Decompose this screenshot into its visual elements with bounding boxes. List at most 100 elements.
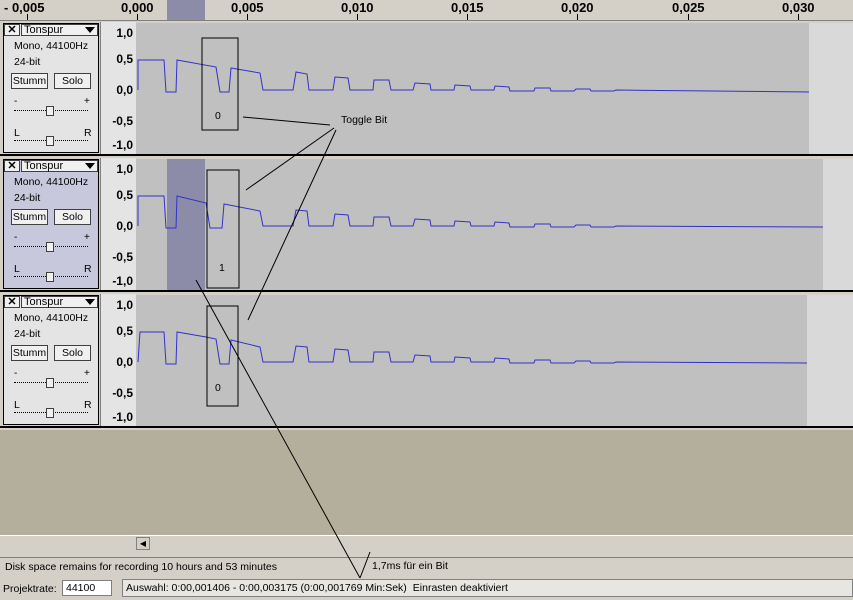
audio-track-1[interactable]: ✕ Tonspur Mono, 44100Hz 24-bit Stumm Sol… (0, 22, 853, 156)
track-format: Mono, 44100Hz (14, 40, 89, 52)
track-separator (0, 154, 853, 156)
scale-label: 0,5 (116, 52, 133, 66)
track-format: Mono, 44100Hz (14, 312, 89, 324)
bit-duration-annotation: 1,7ms für ein Bit (372, 560, 448, 572)
selection-bar: Projektrate: 44100 Auswahl: 0:00,001406 … (0, 578, 853, 600)
track-name-menu[interactable]: Tonspur (21, 160, 98, 172)
ruler-selection-highlight (167, 0, 205, 20)
track-format: Mono, 44100Hz (14, 176, 89, 188)
track-name-menu[interactable]: Tonspur (21, 296, 98, 308)
waveform-area[interactable] (136, 159, 853, 290)
ruler-label: 0,015 (451, 0, 484, 15)
empty-track-area[interactable] (0, 430, 853, 535)
selection-region (167, 159, 205, 290)
timeline-ruler[interactable]: - 0,005 0,000 0,005 0,010 0,015 0,020 0,… (0, 0, 853, 21)
close-icon[interactable]: ✕ (4, 296, 20, 308)
toggle-bit-annotation: Toggle Bit (341, 114, 388, 126)
horizontal-scrollbar[interactable]: ◀ (0, 535, 853, 551)
pan-right-label: R (84, 127, 92, 139)
audio-track-2[interactable]: ✕ Tonspur Mono, 44100Hz 24-bit Stumm Sol… (0, 158, 853, 292)
scale-label: 0,5 (116, 324, 133, 338)
track-control-panel[interactable]: ✕ Tonspur Mono, 44100Hz 24-bit Stumm Sol… (3, 295, 99, 425)
snap-status: Einrasten deaktiviert (412, 582, 508, 594)
ruler-tick (247, 14, 248, 20)
waveform-area[interactable] (136, 295, 853, 426)
track-separator (0, 290, 853, 292)
chevron-down-icon (85, 299, 95, 305)
gain-minus-label: - (14, 96, 18, 107)
solo-button[interactable]: Solo (54, 345, 91, 361)
chevron-down-icon (85, 27, 95, 33)
track-control-panel[interactable]: ✕ Tonspur Mono, 44100Hz 24-bit Stumm Sol… (3, 159, 99, 289)
ruler-label: 0,025 (672, 0, 705, 15)
scroll-left-icon[interactable]: ◀ (136, 537, 150, 550)
ruler-tick (27, 14, 28, 20)
ruler-tick (137, 14, 138, 20)
gain-plus-label: + (84, 232, 90, 243)
gain-slider-handle[interactable] (46, 378, 54, 388)
scale-label: 0,5 (116, 188, 133, 202)
ruler-tick (688, 14, 689, 20)
pan-left-label: L (14, 263, 20, 275)
scale-label: -1,0 (112, 274, 133, 288)
scale-label: 1,0 (116, 162, 133, 176)
scale-label: -0,5 (112, 386, 133, 400)
scale-label: 0,0 (116, 219, 133, 233)
gain-minus-label: - (14, 232, 18, 243)
gain-slider-handle[interactable] (46, 106, 54, 116)
ruler-label: 0,010 (341, 0, 374, 15)
track-bitdepth: 24-bit (14, 192, 41, 204)
selection-range: Auswahl: 0:00,001406 - 0:00,003175 (0:00… (126, 582, 407, 594)
ruler-tick (577, 14, 578, 20)
pan-slider-handle[interactable] (46, 136, 54, 146)
pan-right-label: R (84, 263, 92, 275)
scale-label: -1,0 (112, 410, 133, 424)
amplitude-scale: 1,0 0,5 0,0 -0,5 -1,0 (100, 158, 136, 292)
waveform-area[interactable] (136, 23, 853, 154)
track-bitdepth: 24-bit (14, 56, 41, 68)
close-icon[interactable]: ✕ (4, 24, 20, 36)
scale-label: -1,0 (112, 138, 133, 152)
scale-label: 0,0 (116, 355, 133, 369)
gain-plus-label: + (84, 368, 90, 379)
pan-slider-handle[interactable] (46, 408, 54, 418)
audio-track-3[interactable]: ✕ Tonspur Mono, 44100Hz 24-bit Stumm Sol… (0, 294, 853, 428)
chevron-down-icon (85, 163, 95, 169)
gain-plus-label: + (84, 96, 90, 107)
pan-slider-handle[interactable] (46, 272, 54, 282)
track-control-panel[interactable]: ✕ Tonspur Mono, 44100Hz 24-bit Stumm Sol… (3, 23, 99, 153)
gain-slider-handle[interactable] (46, 242, 54, 252)
pan-left-label: L (14, 399, 20, 411)
scale-label: -0,5 (112, 250, 133, 264)
scale-label: -0,5 (112, 114, 133, 128)
track-separator (0, 426, 853, 428)
track-name-menu[interactable]: Tonspur (21, 24, 98, 36)
ruler-label: 0,030 (782, 0, 815, 15)
ruler-label: - 0,005 (4, 0, 45, 15)
ruler-label: 0,000 (121, 0, 154, 15)
solo-button[interactable]: Solo (54, 73, 91, 89)
pan-left-label: L (14, 127, 20, 139)
mute-button[interactable]: Stumm (11, 73, 48, 89)
mute-button[interactable]: Stumm (11, 345, 48, 361)
track-bitdepth: 24-bit (14, 328, 41, 340)
bit-value-label: 1 (219, 262, 225, 274)
disk-space-status: Disk space remains for recording 10 hour… (5, 561, 277, 573)
ruler-label: 0,005 (231, 0, 264, 15)
track-name: Tonspur (24, 24, 64, 36)
track-name: Tonspur (24, 160, 64, 172)
ruler-tick (798, 14, 799, 20)
ruler-label: 0,020 (561, 0, 594, 15)
selection-info: Auswahl: 0:00,001406 - 0:00,003175 (0:00… (122, 579, 853, 597)
scale-label: 1,0 (116, 298, 133, 312)
ruler-tick (467, 14, 468, 20)
mute-button[interactable]: Stumm (11, 209, 48, 225)
close-icon[interactable]: ✕ (4, 160, 20, 172)
ruler-tick (357, 14, 358, 20)
gain-minus-label: - (14, 368, 18, 379)
project-rate-field[interactable]: 44100 (62, 580, 112, 596)
bit-value-label: 0 (215, 382, 221, 394)
solo-button[interactable]: Solo (54, 209, 91, 225)
project-rate-label: Projektrate: (3, 583, 57, 595)
bit-value-label: 0 (215, 110, 221, 122)
